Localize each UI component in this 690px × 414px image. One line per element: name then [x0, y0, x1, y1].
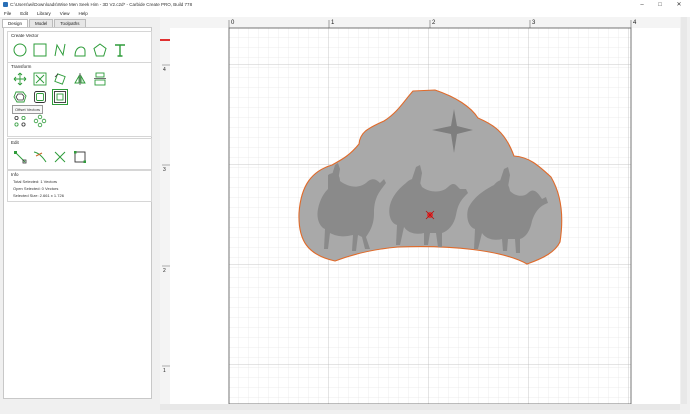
edit-section: Edit [7, 138, 152, 170]
ruler-marker [160, 39, 170, 41]
minimize-icon[interactable]: – [634, 0, 650, 9]
edit-title: Edit [11, 140, 19, 145]
ruler-y-label-4: 4 [163, 67, 166, 73]
move-icon[interactable] [12, 71, 28, 87]
boolean-icon[interactable] [32, 89, 48, 105]
scale-icon[interactable] [32, 71, 48, 87]
polyline-icon[interactable] [52, 42, 68, 58]
circular-array-icon[interactable] [12, 113, 28, 129]
total-selected: Total Selected: 1 Vectors [13, 179, 58, 184]
bounding-box-icon[interactable] [72, 149, 88, 165]
trim-icon[interactable] [32, 149, 48, 165]
app-icon [3, 2, 8, 7]
offset-icon[interactable] [12, 89, 28, 105]
polygon-icon[interactable] [92, 42, 108, 58]
maximize-icon[interactable]: □ [652, 0, 668, 9]
selected-size: Selected Size: 2.661 x 1.726 [13, 193, 64, 198]
ruler-y-label-2: 2 [163, 268, 166, 274]
mirror-icon[interactable] [72, 71, 88, 87]
boundary-icon[interactable] [52, 89, 68, 105]
selection-center-marker[interactable] [425, 210, 435, 220]
curve-icon[interactable] [72, 42, 88, 58]
menu-bar: File Edit Library View Help [0, 9, 690, 17]
node-edit-icon[interactable] [12, 149, 28, 165]
align-icon[interactable] [92, 71, 108, 87]
transform-title: Transform [11, 64, 32, 69]
horizontal-scrollbar[interactable] [160, 404, 680, 410]
rectangle-icon[interactable] [32, 42, 48, 58]
horizontal-ruler [160, 17, 680, 28]
circle-icon[interactable] [12, 42, 28, 58]
text-icon[interactable] [112, 42, 128, 58]
info-section: Info Total Selected: 1 Vectors Open Sele… [7, 170, 152, 202]
rotate-icon[interactable] [52, 71, 68, 87]
menu-edit[interactable]: Edit [20, 11, 28, 16]
create-vector-title: Create Vector [11, 33, 39, 38]
ruler-y-label-3: 3 [163, 167, 166, 173]
menu-file[interactable]: File [4, 11, 11, 16]
canvas-svg[interactable]: 0 1 2 3 4 4 3 2 1 [160, 17, 680, 405]
close-icon[interactable]: ✕ [671, 0, 687, 9]
join-icon[interactable] [52, 149, 68, 165]
info-title: Info [11, 172, 19, 177]
transform-section: Transform Offset Vectors [7, 62, 152, 137]
window-title: C:\Users\wi\Downloads\Wise Men Seek Him … [10, 2, 193, 7]
create-vector-section: Create Vector [7, 31, 152, 63]
mode-tabs: Design Model Toolpaths [2, 19, 87, 28]
left-panel: Create Vector Transform Offset Vectors E… [3, 27, 152, 399]
vertical-scrollbar[interactable] [681, 17, 687, 404]
vertical-ruler [160, 17, 170, 404]
open-selected: Open Selected: 0 Vectors [13, 186, 59, 191]
array-icon[interactable] [32, 113, 48, 129]
ruler-y-label-1: 1 [163, 368, 166, 374]
menu-view[interactable]: View [60, 11, 70, 16]
title-bar: C:\Users\wi\Downloads\Wise Men Seek Him … [0, 0, 690, 9]
design-canvas[interactable]: 0 1 2 3 4 4 3 2 1 [160, 17, 680, 405]
menu-library[interactable]: Library [37, 11, 51, 16]
menu-help[interactable]: Help [78, 11, 87, 16]
